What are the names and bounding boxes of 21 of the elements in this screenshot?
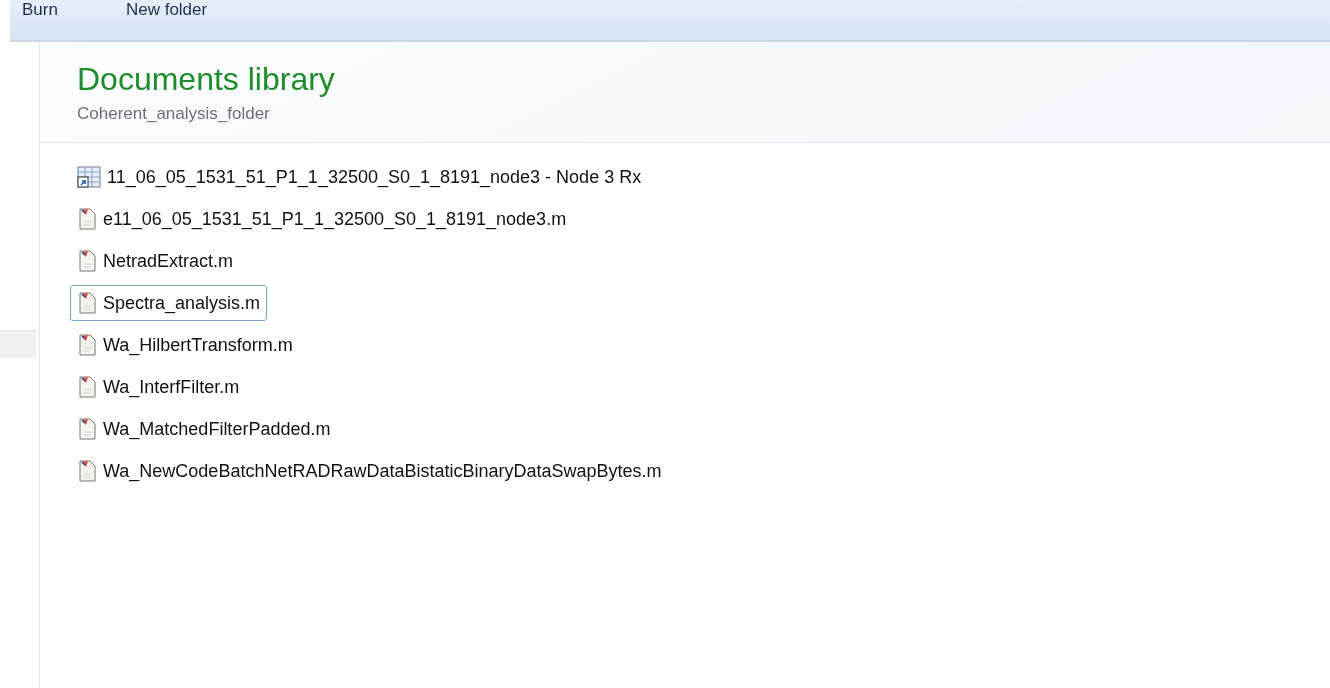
script-file-icon — [79, 418, 96, 440]
file-item[interactable]: Spectra_analysis.m — [70, 285, 268, 321]
nav-item-highlight — [0, 330, 36, 358]
script-file-icon — [79, 250, 96, 272]
file-item[interactable]: Wa_MatchedFilterPadded.m — [70, 411, 338, 447]
folder-name: Coherent_analysis_folder — [77, 103, 271, 125]
file-item[interactable]: Wa_InterfFilter.m — [70, 369, 247, 405]
script-file-icon — [79, 292, 96, 314]
library-title: Documents library — [77, 60, 336, 98]
file-item[interactable]: Wa_HilbertTransform.m — [70, 327, 300, 363]
script-file-icon — [79, 460, 96, 482]
file-item[interactable]: Wa_NewCodeBatchNetRADRawDataBistaticBinaryDataSwapBytes.m — [70, 453, 669, 489]
spreadsheet-shortcut-icon — [77, 166, 101, 188]
script-file-icon — [79, 208, 96, 230]
file-item[interactable]: NetradExtract.m — [70, 243, 241, 279]
script-file-icon — [79, 334, 96, 356]
toolbar-button[interactable]: Burn — [18, 0, 62, 20]
toolbar-button[interactable]: New folder — [121, 0, 212, 20]
script-file-icon — [79, 376, 96, 398]
file-item[interactable]: 11_06_05_1531_51_P1_1_32500_S0_1_8191_node3 - Node 3 Rx — [70, 159, 649, 195]
file-item[interactable]: e11_06_05_1531_51_P1_1_32500_S0_1_8191_node3.m — [70, 201, 574, 237]
